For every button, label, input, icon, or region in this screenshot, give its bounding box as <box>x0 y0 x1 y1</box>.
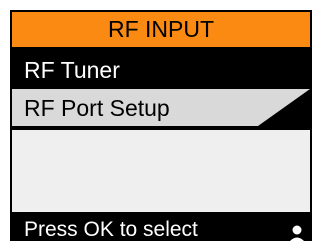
page-title: RF INPUT <box>12 12 310 47</box>
submenu-corner-icon <box>258 89 310 126</box>
status-bar: Press OK to select <box>12 214 310 241</box>
status-hint: Press OK to select <box>24 218 198 241</box>
menu-item-label: RF Port Setup <box>24 95 170 121</box>
menu-item-rf-port-setup[interactable]: RF Port Setup <box>12 89 310 126</box>
person-icon <box>290 225 304 241</box>
device-screen: RF INPUT RF Tuner RF Port Setup Press OK… <box>0 0 321 241</box>
menu-empty-area <box>12 130 310 212</box>
menu-item-rf-tuner[interactable]: RF Tuner <box>12 53 310 88</box>
menu-item-label: RF Tuner <box>24 57 120 83</box>
